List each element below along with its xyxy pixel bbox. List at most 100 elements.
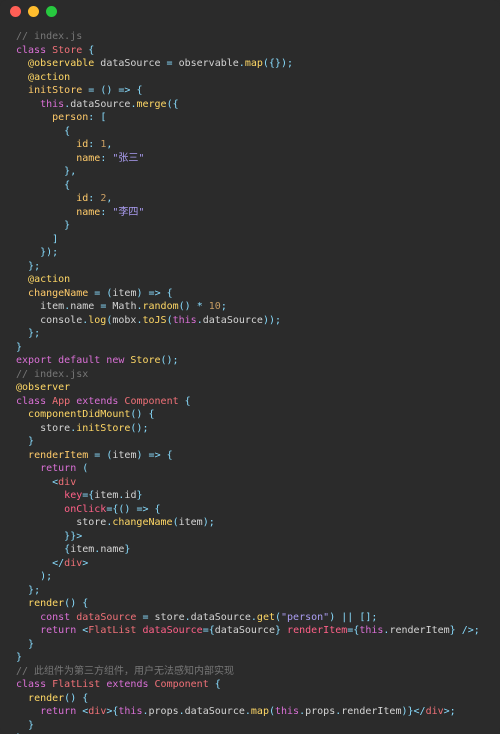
code-token: [16, 625, 40, 636]
code-token: [16, 220, 64, 231]
code-token: =>: [149, 450, 161, 461]
code-token: [16, 99, 40, 110]
code-token: {: [167, 288, 173, 299]
code-token: dataSource: [94, 58, 166, 69]
code-token: );: [203, 517, 215, 528]
code-line: componentDidMount() {: [16, 409, 155, 420]
code-token: [16, 477, 52, 488]
code-token: (): [64, 598, 76, 609]
code-token: name: [100, 544, 124, 555]
maximize-icon[interactable]: [46, 6, 57, 17]
code-token: [16, 706, 40, 717]
code-token: }: [16, 652, 22, 663]
code-token: dataSource: [142, 625, 202, 636]
code-token: onClick: [64, 504, 106, 515]
code-line: class FlatList extends Component {: [16, 679, 221, 690]
code-line: {: [16, 180, 70, 191]
code-line: }: [16, 220, 70, 231]
code-token: [16, 531, 64, 542]
code-line: return (: [16, 463, 88, 474]
code-line: };: [16, 585, 40, 596]
code-token: [16, 58, 28, 69]
code-line: store.changeName(item);: [16, 517, 215, 528]
code-token: merge: [136, 99, 166, 110]
code-token: [16, 234, 52, 245]
code-token: Component: [155, 679, 209, 690]
code-line: item.name = Math.random() * 10;: [16, 301, 227, 312]
code-token: [16, 261, 28, 272]
code-token: class: [16, 679, 46, 690]
code-token: {: [167, 450, 173, 461]
code-token: [16, 85, 28, 96]
code-window: // index.js class Store { @observable da…: [0, 0, 500, 734]
code-token: name: [70, 301, 100, 312]
code-token: item: [40, 301, 64, 312]
close-icon[interactable]: [10, 6, 21, 17]
code-line: key={item.id}: [16, 490, 143, 501]
code-line: }: [16, 720, 34, 731]
code-line: }: [16, 652, 22, 663]
code-token: const: [40, 612, 70, 623]
code-token: ]: [52, 234, 58, 245]
minimize-icon[interactable]: [28, 6, 39, 17]
code-token: [16, 153, 76, 164]
code-token: }: [124, 544, 130, 555]
code-token: [16, 598, 28, 609]
code-token: render: [28, 693, 64, 704]
code-token: [16, 436, 28, 447]
code-token: map: [245, 58, 263, 69]
code-token: }: [28, 639, 34, 650]
code-line: <div: [16, 477, 76, 488]
code-line: // index.jsx: [16, 369, 88, 380]
code-token: =>: [118, 85, 130, 96]
code-token: ({: [167, 99, 179, 110]
code-line: };: [16, 261, 40, 272]
code-line: id: 1,: [16, 139, 112, 150]
code-token: div: [58, 477, 76, 488]
code-token: extends: [106, 679, 148, 690]
code-line: render() {: [16, 693, 88, 704]
code-token: class: [16, 396, 46, 407]
code-token: id: [124, 490, 136, 501]
code-token: </: [52, 558, 64, 569]
code-token: // 此组件为第三方组件，用户无法感知内部实现: [16, 666, 234, 677]
code-token: }: [64, 220, 70, 231]
code-line: export default new Store();: [16, 355, 179, 366]
code-token: Math: [106, 301, 136, 312]
code-line: render() {: [16, 598, 88, 609]
code-token: this: [359, 625, 383, 636]
code-token: renderItem: [28, 450, 88, 461]
code-token: div: [64, 558, 82, 569]
code-token: dataSource: [203, 315, 263, 326]
code-line: @action: [16, 72, 70, 83]
code-line: },: [16, 166, 76, 177]
code-token: [16, 112, 52, 123]
code-line: );: [16, 571, 52, 582]
code-token: }: [136, 490, 142, 501]
code-token: [16, 639, 28, 650]
code-token: (): [130, 409, 142, 420]
code-token: (): [64, 693, 76, 704]
code-line: }: [16, 639, 34, 650]
code-token: />;: [462, 625, 480, 636]
code-token: [16, 207, 76, 218]
code-line: return <FlatList dataSource={dataSource}…: [16, 625, 480, 636]
code-token: div: [426, 706, 444, 717]
code-token: renderItem: [287, 625, 347, 636]
code-token: get: [257, 612, 275, 623]
code-token: props: [149, 706, 179, 717]
code-token: renderItem: [389, 625, 449, 636]
code-line: {: [16, 126, 70, 137]
code-line: }: [16, 436, 34, 447]
code-token: return: [40, 463, 76, 474]
code-line: @observer: [16, 382, 70, 393]
code-token: {: [215, 679, 221, 690]
code-token: };: [28, 585, 40, 596]
code-token: [16, 72, 28, 83]
code-token: ,: [106, 139, 112, 150]
code-token: props: [305, 706, 335, 717]
code-token: export default new: [16, 355, 124, 366]
code-token: dataSource: [76, 612, 136, 623]
code-token: =>: [149, 288, 161, 299]
code-line: }: [16, 342, 22, 353]
